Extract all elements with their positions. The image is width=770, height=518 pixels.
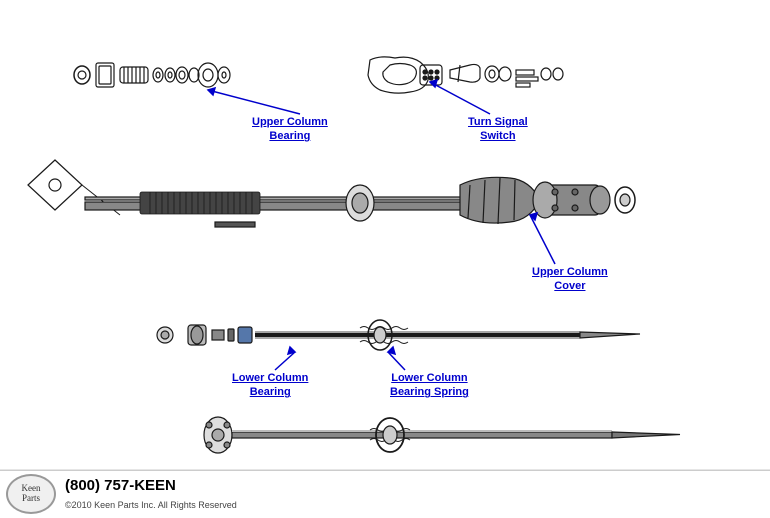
upper-left-parts [74, 63, 230, 87]
phone-number: (800) 757-KEEN [65, 477, 176, 494]
upper-column-cover-label: Upper Column Cover [532, 265, 608, 294]
lower-column-bearing-spring-label: Lower Column Bearing Spring [390, 371, 469, 400]
diagram-container: Upper Column Bearing Turn Signal Switch … [0, 0, 770, 518]
copyright-text: ©2010 Keen Parts Inc. All Rights Reserve… [65, 500, 237, 510]
upper-column-cover-arrow [530, 213, 555, 264]
company-logo: KeenParts [6, 474, 56, 514]
lower-column-bearing-arrow [275, 347, 295, 370]
footer: KeenParts (800) 757-KEEN ©2010 Keen Part… [0, 470, 770, 518]
parts-diagram-svg [0, 0, 770, 518]
upper-column-bearing-label: Upper Column Bearing [252, 115, 328, 144]
lower-column-bearing-spring-arrow [388, 347, 405, 370]
upper-column-bearing-arrow [208, 88, 300, 114]
lower-column-bearing-label: Lower Column Bearing [232, 371, 308, 400]
lower-column-assembly [157, 320, 640, 350]
turn-signal-parts [368, 57, 563, 93]
turn-signal-switch-label: Turn Signal Switch [468, 115, 528, 144]
bottom-shaft [204, 417, 680, 453]
main-column-assembly [28, 160, 635, 227]
